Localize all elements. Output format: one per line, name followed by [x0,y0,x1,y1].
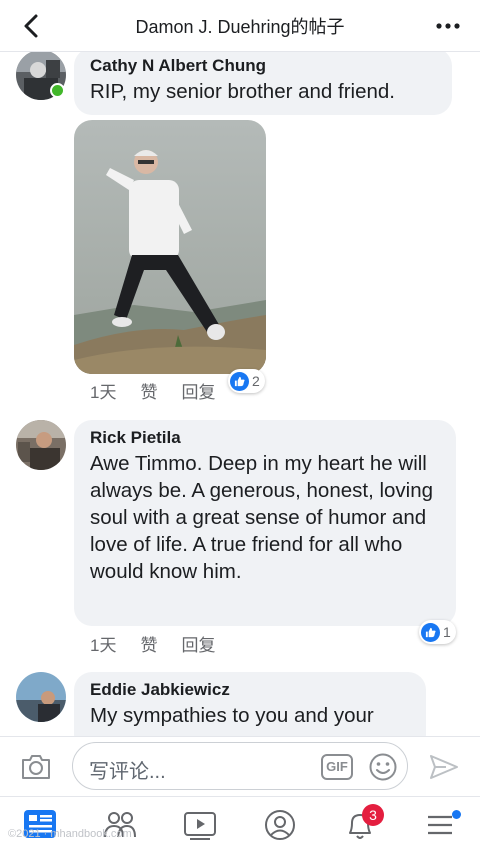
reaction-count-badge[interactable]: 1 [419,620,456,644]
comment-photo[interactable] [74,120,266,374]
comment-input-placeholder: 写评论... [89,761,166,783]
gif-button[interactable]: GIF [321,754,353,780]
avatar[interactable] [16,672,66,722]
comment-text: Awe Timmo. Deep in my heart he will alwa… [90,452,434,583]
reply-link[interactable]: 回复 [181,378,215,403]
comment-actions: 1天 赞 回复 [90,631,239,656]
top-bar: Damon J. Duehring的帖子 [0,0,480,52]
like-link[interactable]: 赞 [140,631,157,656]
reaction-count-badge[interactable]: 2 [228,369,265,393]
online-status-dot [50,83,65,98]
thumbs-up-icon [421,622,440,642]
bottom-tab-bar: 3 [0,796,480,853]
notifications-badge: 3 [362,804,384,826]
comment-composer: 写评论... GIF [0,736,480,796]
watermark: ©2021 · mhandbook.com [8,828,132,840]
comment-text: My sympathies to you and your [90,704,374,727]
comment-bubble[interactable]: Rick Pietila Awe Timmo. Deep in my heart… [74,420,456,626]
reply-link[interactable]: 回复 [181,631,215,656]
profile-icon[interactable] [260,807,300,843]
like-link[interactable]: 赞 [140,378,157,403]
comment-author[interactable]: Eddie Jabkiewicz [90,678,412,702]
page-title: Damon J. Duehring的帖子 [135,16,345,37]
send-icon[interactable] [428,753,460,781]
emoji-icon[interactable] [368,752,398,782]
comment-text: RIP, my senior brother and friend. [90,80,395,103]
avatar[interactable] [16,420,66,470]
reaction-count: 2 [252,373,260,389]
comment-bubble[interactable]: Eddie Jabkiewicz My sympathies to you an… [74,672,426,736]
comment-author[interactable]: Cathy N Albert Chung [90,54,438,78]
comment-timestamp: 1天 [90,636,117,655]
comment-bubble[interactable]: Cathy N Albert Chung RIP, my senior brot… [74,52,452,115]
reaction-count: 1 [443,624,451,640]
comment-author[interactable]: Rick Pietila [90,426,442,450]
camera-icon[interactable] [20,753,52,781]
back-arrow-icon[interactable] [18,12,46,40]
more-options-icon[interactable] [434,14,462,38]
comment-actions: 1天 赞 回复 [90,378,239,403]
thumbs-up-icon [230,371,249,391]
watch-video-icon[interactable] [180,807,220,843]
menu-indicator-dot [452,810,461,819]
comment-list: Cathy N Albert Chung RIP, my senior brot… [0,52,480,736]
comment-input[interactable]: 写评论... GIF [72,742,408,790]
comment-timestamp: 1天 [90,383,117,402]
